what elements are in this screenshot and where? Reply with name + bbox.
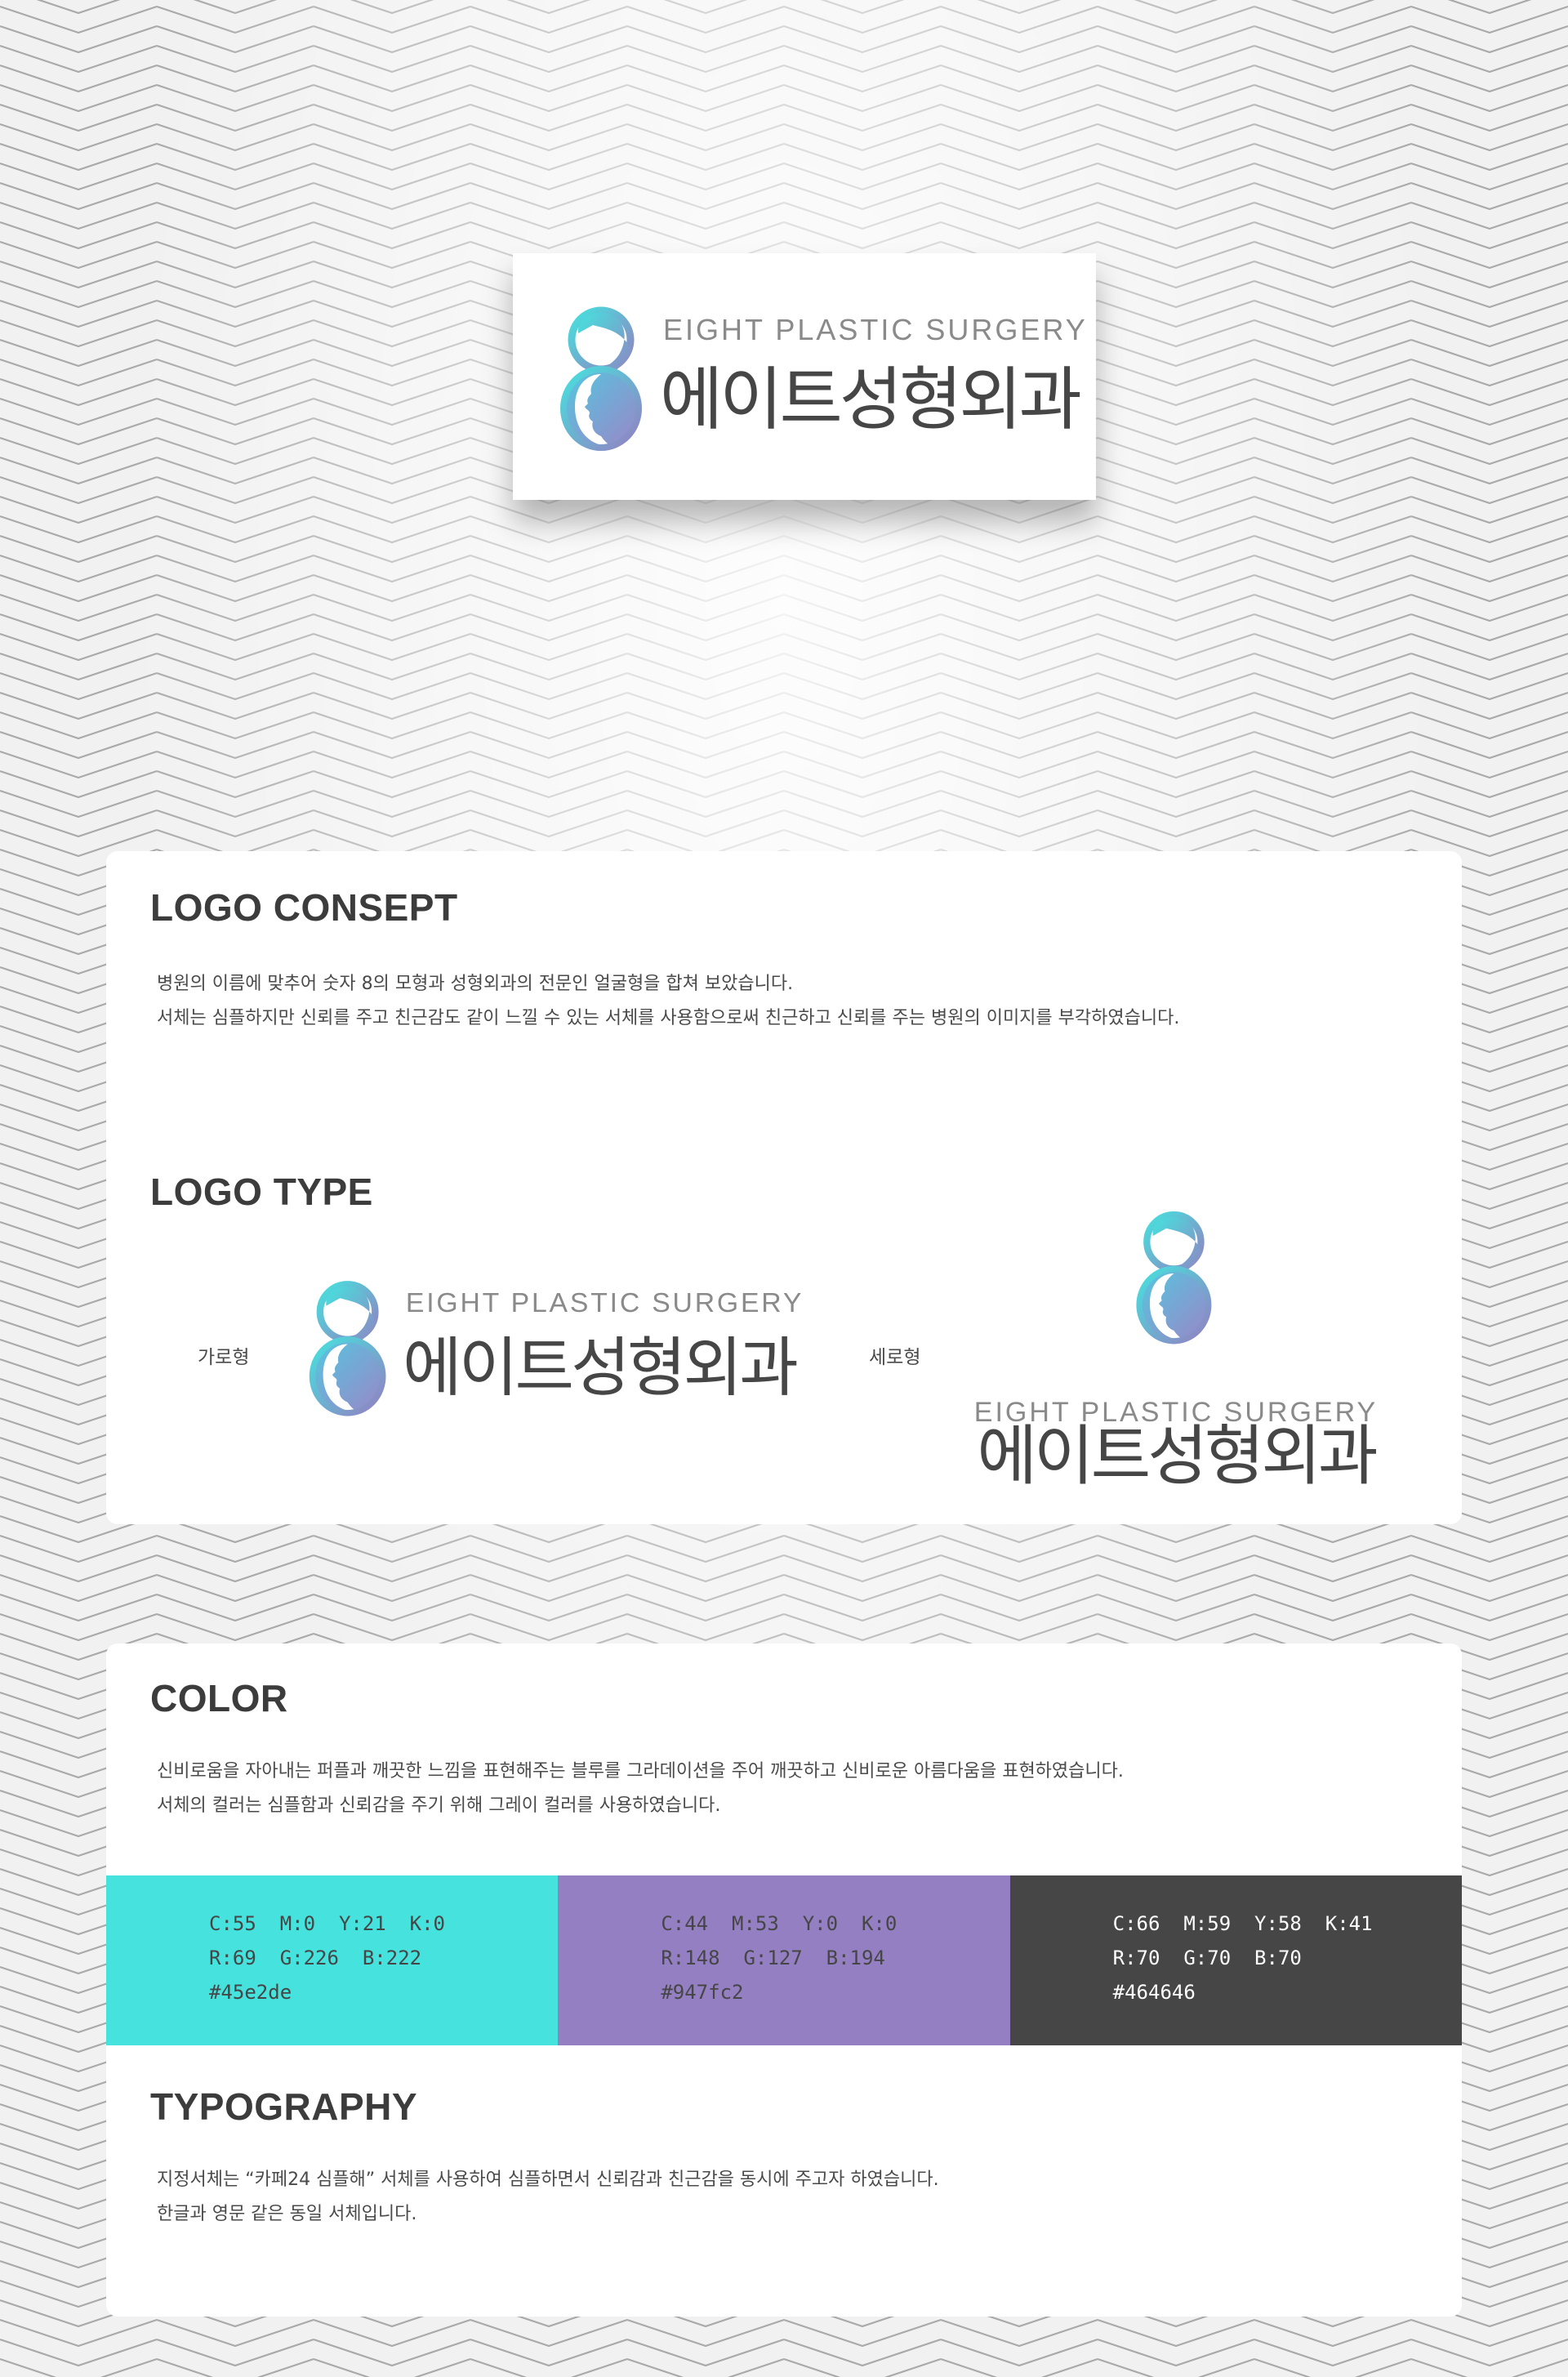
concept-line: 병원의 이름에 맞추어 숫자 8의 모형과 성형외과의 전문인 얼굴형을 합쳐 … xyxy=(157,974,794,994)
typography-line: 한글과 영문 같은 동일 서체입니다. xyxy=(157,2204,417,2224)
logo-type-title: LOGO TYPE xyxy=(150,1171,373,1213)
horizontal-logo-english: EIGHT PLASTIC SURGERY xyxy=(406,1287,804,1318)
color-swatch-gray: C:66 M:59 Y:58 K:41 R:70 G:70 B:70 #4646… xyxy=(1009,1875,1462,2045)
color-title: COLOR xyxy=(150,1677,288,1719)
swatch-values: C:44 M:53 Y:0 K:0 R:148 G:127 B:194 #947… xyxy=(661,1907,897,2009)
vertical-logo: EIGHT PLASTIC SURGERY 에이트성형외과 xyxy=(974,1204,1379,1494)
swatch-rgb: R:70 G:70 B:70 xyxy=(1112,1947,1302,1969)
horizontal-logo-korean: 에이트성형외과 xyxy=(403,1331,796,1406)
color-swatch-purple: C:44 M:53 Y:0 K:0 R:148 G:127 B:194 #947… xyxy=(558,1875,1010,2045)
horizontal-logo: EIGHT PLASTIC SURGERY 에이트성형외과 xyxy=(294,1276,801,1423)
hero-logo-card: EIGHT PLASTIC SURGERY 에이트성형외과 xyxy=(513,253,1096,500)
swatch-hex: #464646 xyxy=(1112,1981,1196,2004)
swatch-cmyk: C:55 M:0 Y:21 K:0 xyxy=(209,1912,445,1935)
typography-line: 지정서체는 “카페24 심플해” 서체를 사용하여 심플하면서 신뢰감과 친근감… xyxy=(157,2170,939,2190)
eight-face-logo-icon xyxy=(564,310,639,448)
hero-logo-korean: 에이트성형외과 xyxy=(660,359,1080,439)
vertical-type-label: 세로형 xyxy=(869,1347,921,1368)
hero-logo: EIGHT PLASTIC SURGERY 에이트성형외과 xyxy=(544,302,1085,457)
eight-face-logo-icon xyxy=(1139,1215,1209,1341)
color-description: 신비로움을 자아내는 퍼플과 깨끗한 느낌을 표현해주는 블루를 그라데이션을 … xyxy=(157,1755,1124,1823)
concept-line: 서체는 심플하지만 신뢰를 주고 친근감도 같이 느낄 수 있는 서체를 사용함… xyxy=(157,1008,1180,1028)
logo-info-panel: LOGO CONSEPT 병원의 이름에 맞추어 숫자 8의 모형과 성형외과의… xyxy=(106,851,1462,1524)
swatch-rgb: R:148 G:127 B:194 xyxy=(661,1947,885,1969)
color-swatches: C:55 M:0 Y:21 K:0 R:69 G:226 B:222 #45e2… xyxy=(106,1875,1462,2045)
typography-description: 지정서체는 “카페24 심플해” 서체를 사용하여 심플하면서 신뢰감과 친근감… xyxy=(157,2163,939,2232)
swatch-cmyk: C:44 M:53 Y:0 K:0 xyxy=(661,1912,898,1935)
swatch-values: C:55 M:0 Y:21 K:0 R:69 G:226 B:222 #45e2… xyxy=(209,1907,445,2009)
swatch-rgb: R:69 G:226 B:222 xyxy=(209,1947,422,1969)
swatch-values: C:66 M:59 Y:58 K:41 R:70 G:70 B:70 #4646… xyxy=(1113,1907,1373,2009)
eight-face-logo-icon xyxy=(313,1284,383,1413)
color-swatch-teal: C:55 M:0 Y:21 K:0 R:69 G:226 B:222 #45e2… xyxy=(106,1875,559,2045)
color-typography-panel: COLOR 신비로움을 자아내는 퍼플과 깨끗한 느낌을 표현해주는 블루를 그… xyxy=(106,1643,1462,2317)
vertical-logo-korean: 에이트성형외과 xyxy=(977,1418,1376,1494)
typography-title: TYPOGRAPHY xyxy=(150,2085,418,2128)
hero-logo-english: EIGHT PLASTIC SURGERY xyxy=(663,313,1088,346)
horizontal-type-label: 가로형 xyxy=(198,1347,250,1368)
swatch-hex: #947fc2 xyxy=(661,1981,744,2004)
swatch-hex: #45e2de xyxy=(209,1981,292,2004)
concept-description: 병원의 이름에 맞추어 숫자 8의 모형과 성형외과의 전문인 얼굴형을 합쳐 … xyxy=(157,967,1179,1036)
color-line: 서체의 컬러는 심플함과 신뢰감을 주기 위해 그레이 컬러를 사용하였습니다. xyxy=(157,1795,721,1816)
concept-title: LOGO CONSEPT xyxy=(150,886,458,929)
color-line: 신비로움을 자아내는 퍼플과 깨끗한 느낌을 표현해주는 블루를 그라데이션을 … xyxy=(157,1761,1124,1782)
swatch-cmyk: C:66 M:59 Y:58 K:41 xyxy=(1112,1912,1373,1935)
